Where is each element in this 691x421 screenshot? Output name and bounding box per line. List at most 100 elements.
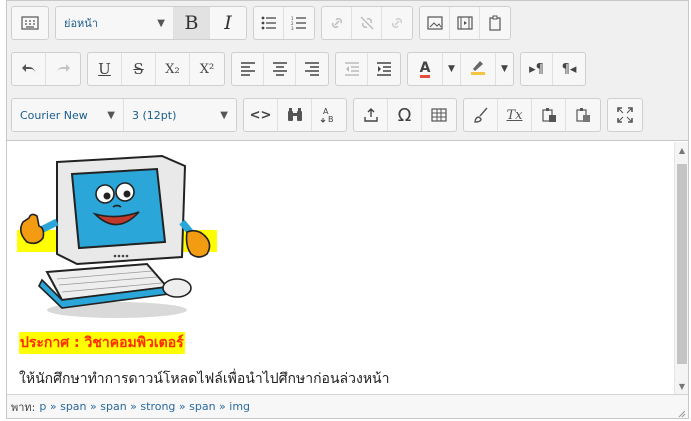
chevron-down-icon: ▼ [157, 17, 165, 29]
bold-label: B [184, 12, 199, 34]
scroll-down-icon[interactable]: ▼ [675, 378, 689, 394]
scroll-up-icon[interactable]: ▲ [675, 142, 689, 158]
align-left-icon [232, 53, 263, 85]
history-group [11, 52, 81, 86]
paste-word-button[interactable] [566, 99, 600, 131]
bold-button[interactable]: B [174, 7, 210, 39]
align-right-icon [296, 53, 328, 85]
highlight-color-split: ▼ [461, 53, 513, 85]
cleanup-group: Tx [463, 98, 601, 132]
align-right-button[interactable] [296, 53, 328, 85]
element-path[interactable]: p » span » span » strong » span » img [39, 400, 250, 413]
chevron-down-icon: ▼ [107, 109, 115, 121]
paste-word-icon [566, 99, 600, 131]
insert-image-button[interactable] [420, 7, 450, 39]
text-color-split: A ▼ [408, 53, 461, 85]
align-center-button[interactable] [264, 53, 296, 85]
subscript-button[interactable]: X₂ [156, 53, 190, 85]
chevron-down-icon: ▼ [448, 64, 455, 74]
content-scrollbar[interactable]: ▲ ▼ [674, 142, 688, 394]
direction-group: ▸¶ ¶◂ [520, 52, 586, 86]
insert-link-button[interactable] [322, 7, 352, 39]
format-group: ย่อหน้า ▼ B I [55, 6, 247, 40]
superscript-label: X² [199, 61, 215, 77]
fullscreen-button[interactable] [608, 99, 642, 131]
film-icon [450, 7, 479, 39]
ltr-button[interactable]: ▸¶ [521, 53, 553, 85]
link-group [321, 6, 413, 40]
announcement-text: ประกาศ : วิชาคอมพิวเตอร์ [19, 332, 185, 354]
upload-icon [354, 99, 387, 131]
media-group [419, 6, 511, 40]
insert-group: Ω [353, 98, 457, 132]
chevron-down-icon: ▼ [220, 109, 228, 121]
font-size-select[interactable]: 3 (12pt) ▼ [124, 99, 236, 131]
italic-button[interactable]: I [210, 7, 246, 39]
computer-mascot-image[interactable] [17, 152, 217, 322]
numbered-list-button[interactable]: 123 [284, 7, 314, 39]
undo-button[interactable] [12, 53, 46, 85]
highlighter-icon [469, 59, 487, 79]
editor-toolbar: ย่อหน้า ▼ B I 123 U S X₂ X² A ▼ ▼ ▸¶ ¶◂ … [7, 1, 688, 141]
resize-grip-icon[interactable] [678, 408, 686, 418]
underline-button[interactable]: U [88, 53, 122, 85]
paragraph-text: ให้นักศึกษาทำการดาวน์โหลดไฟล์เพื่อนำไปศึ… [19, 371, 390, 387]
toolbar-row-2: U S X₂ X² A ▼ ▼ ▸¶ ¶◂ [11, 51, 592, 87]
clear-formatting-button[interactable]: Tx [498, 99, 532, 131]
undo-icon [12, 53, 45, 85]
strikethrough-button[interactable]: S [122, 53, 156, 85]
font-group: Courier New ▼ 3 (12pt) ▼ [11, 98, 237, 132]
sort-az-icon: AB [312, 99, 346, 131]
link-icon [322, 7, 351, 39]
paste-text-button[interactable] [532, 99, 566, 131]
editor-content-area[interactable]: ประกาศ : วิชาคอมพิวเตอร์ ให้นักศึกษาทำกา… [7, 142, 674, 394]
accessibility-checker-button[interactable] [464, 99, 498, 131]
highlight-color-dropdown[interactable]: ▼ [495, 53, 513, 85]
insert-special-button[interactable] [354, 99, 388, 131]
align-left-button[interactable] [232, 53, 264, 85]
color-group: A ▼ ▼ [407, 52, 514, 86]
editor-statusbar: พาท: p » span » span » strong » span » i… [7, 394, 688, 418]
strikethrough-label: S [133, 60, 144, 78]
text-color-dropdown[interactable]: ▼ [442, 53, 460, 85]
fullscreen-icon [608, 99, 642, 131]
toolbar-toggle-button[interactable] [12, 7, 48, 39]
outdent-button[interactable] [336, 53, 368, 85]
rtl-button[interactable]: ¶◂ [553, 53, 585, 85]
text-color-button[interactable]: A [408, 53, 442, 85]
anchor-link-button[interactable] [382, 7, 412, 39]
special-character-button[interactable]: Ω [388, 99, 422, 131]
svg-text:B: B [328, 115, 334, 124]
clipboard-icon [480, 7, 510, 39]
unlink-button[interactable] [352, 7, 382, 39]
clear-format-label: Tx [506, 107, 523, 123]
font-family-select[interactable]: Courier New ▼ [12, 99, 124, 131]
code-button[interactable]: <> [244, 99, 278, 131]
manage-files-button[interactable] [480, 7, 510, 39]
bullet-list-button[interactable] [254, 7, 284, 39]
svg-text:3: 3 [291, 26, 294, 30]
paragraph-format-select[interactable]: ย่อหน้า ▼ [56, 7, 174, 39]
indent-group [335, 52, 401, 86]
superscript-button[interactable]: X² [190, 53, 224, 85]
image-icon [420, 7, 449, 39]
find-button[interactable] [278, 99, 312, 131]
ltr-label: ▸¶ [529, 61, 544, 77]
bullet-list-icon [254, 7, 283, 39]
font-family-value: Courier New [20, 108, 88, 122]
omega-label: Ω [397, 104, 412, 126]
scrollbar-thumb[interactable] [677, 164, 687, 364]
redo-icon [46, 53, 80, 85]
indent-button[interactable] [368, 53, 400, 85]
rtl-label: ¶◂ [561, 61, 577, 77]
redo-button[interactable] [46, 53, 80, 85]
chevron-down-icon: ▼ [501, 64, 508, 74]
highlight-color-button[interactable] [461, 53, 495, 85]
anchor-link-icon [382, 7, 412, 39]
rich-text-editor: ย่อหน้า ▼ B I 123 U S X₂ X² A ▼ ▼ ▸¶ ¶◂ … [6, 0, 689, 419]
insert-table-button[interactable] [422, 99, 456, 131]
insert-media-button[interactable] [450, 7, 480, 39]
sort-button[interactable]: AB [312, 99, 346, 131]
font-size-value: 3 (12pt) [132, 108, 177, 122]
align-center-icon [264, 53, 295, 85]
